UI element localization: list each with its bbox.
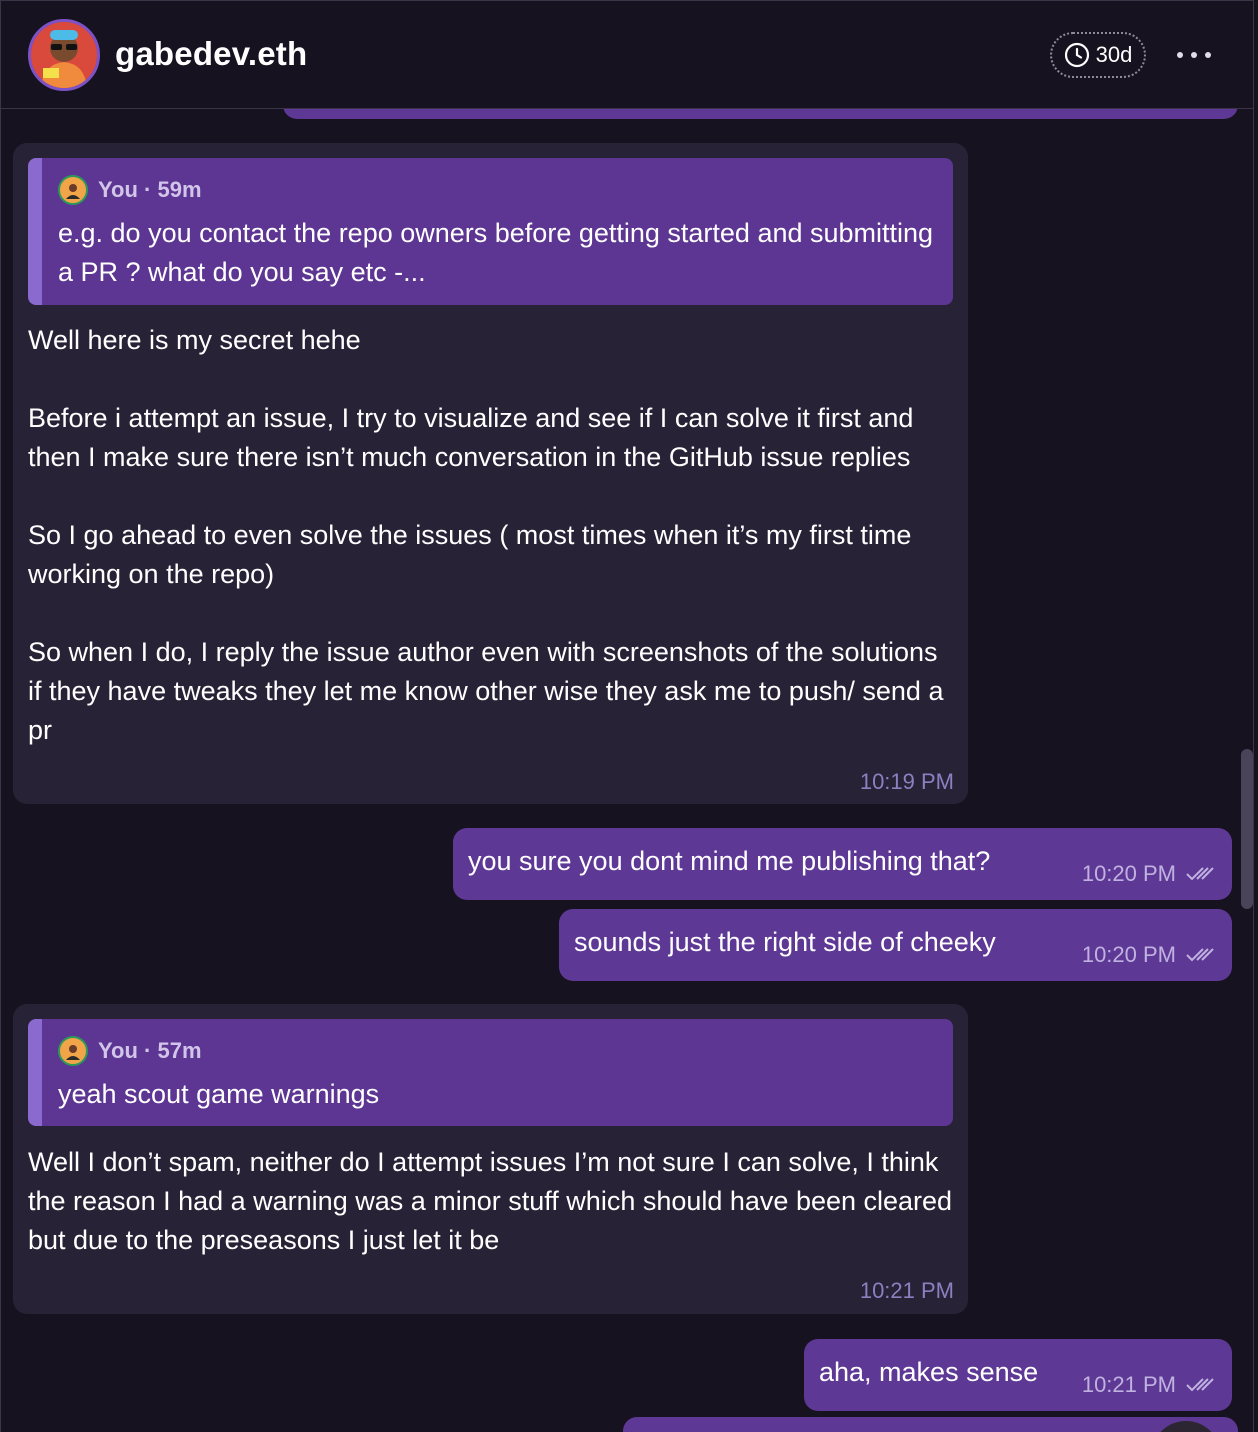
clock-icon xyxy=(1064,42,1089,68)
incoming-message[interactable]: You · 57m yeah scout game warnings Well … xyxy=(13,1004,968,1314)
message-timestamp: 10:20 PM xyxy=(1081,942,1176,967)
quote-text: e.g. do you contact the repo owners befo… xyxy=(58,218,934,287)
message-meta: 10:20 PM xyxy=(1082,942,1218,968)
message-timestamp: 10:19 PM xyxy=(859,769,954,794)
outgoing-message[interactable]: you sure you dont mind me publishing tha… xyxy=(453,828,1232,900)
quote-header: You · 59m xyxy=(58,175,202,205)
avatar-icon xyxy=(66,184,80,199)
message-text: aha, makes sense xyxy=(819,1357,1039,1387)
message-text: Well I don’t spam, neither do I attempt … xyxy=(28,1147,960,1255)
message-timestamp: 10:20 PM xyxy=(1081,861,1176,886)
incoming-message[interactable]: You · 59m e.g. do you contact the repo o… xyxy=(13,143,968,804)
chat-header: gabedev.eth 30d xyxy=(1,1,1253,109)
message-text: Well here is my secret hehe Before i att… xyxy=(28,325,944,745)
quoted-reply[interactable]: You · 59m e.g. do you contact the repo o… xyxy=(28,158,953,305)
quote-author: You · 57m xyxy=(98,1038,202,1063)
scrollbar-thumb[interactable] xyxy=(1241,749,1253,909)
avatar-icon xyxy=(66,1045,80,1060)
next-message-bubble[interactable] xyxy=(623,1417,1238,1432)
contact-name[interactable]: gabedev.eth xyxy=(115,35,307,73)
quote-author-avatar xyxy=(58,1036,88,1066)
chat-window: gabedev.eth 30d You · 59m e.g. do you co… xyxy=(0,0,1254,1432)
quote-author-avatar xyxy=(58,175,88,205)
disappearing-timer-button[interactable]: 30d xyxy=(1050,32,1146,78)
message-timestamp: 10:21 PM xyxy=(1081,1372,1176,1397)
double-check-icon xyxy=(1186,867,1214,881)
quote-text: yeah scout game warnings xyxy=(58,1079,380,1109)
message-meta: 10:20 PM xyxy=(1082,861,1218,887)
quote-author: You · 59m xyxy=(98,177,202,202)
quoted-reply[interactable]: You · 57m yeah scout game warnings xyxy=(28,1019,953,1126)
message-timestamp: 10:21 PM xyxy=(859,1278,954,1303)
quote-header: You · 57m xyxy=(58,1036,202,1066)
contact-avatar[interactable] xyxy=(28,19,100,91)
timer-label: 30d xyxy=(1095,42,1133,67)
message-text: sounds just the right side of cheeky xyxy=(574,927,996,957)
outgoing-message[interactable]: aha, makes sense 10:21 PM xyxy=(804,1339,1232,1411)
more-horizontal-icon xyxy=(1177,52,1211,58)
outgoing-message[interactable]: sounds just the right side of cheeky 10:… xyxy=(559,909,1232,981)
double-check-icon xyxy=(1186,1378,1214,1392)
avatar-image xyxy=(31,22,97,88)
more-options-button[interactable] xyxy=(1173,39,1215,71)
message-text: you sure you dont mind me publishing tha… xyxy=(468,846,991,876)
double-check-icon xyxy=(1186,948,1214,962)
message-meta: 10:21 PM xyxy=(1082,1372,1218,1398)
